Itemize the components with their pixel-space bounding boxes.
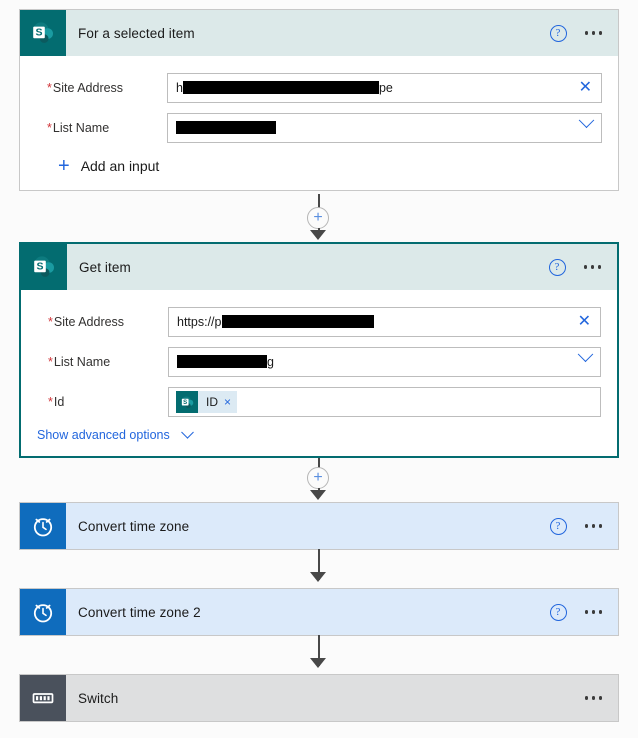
id-input[interactable]: S ID × [168, 387, 601, 417]
token-remove-icon[interactable]: × [224, 396, 231, 408]
flow-card-get-item[interactable]: S Get item ? *Site Address https://p ✕ *… [19, 242, 619, 458]
site-address-value-prefix: h [176, 80, 183, 95]
card-header[interactable]: Switch [20, 675, 618, 721]
required-marker: * [47, 121, 52, 135]
card-title: Convert time zone 2 [78, 604, 201, 620]
card-menu-button[interactable] [583, 518, 605, 534]
svg-text:S: S [35, 27, 42, 39]
card-title-wrap: Convert time zone [66, 503, 550, 549]
connector-arrow-icon [310, 658, 326, 668]
card-title-wrap: Switch [66, 675, 583, 721]
card-title: For a selected item [78, 25, 195, 41]
sharepoint-icon: S [176, 391, 198, 413]
card-body: *Site Address h pe ✕ *List Name + Add an… [20, 56, 618, 190]
close-icon[interactable]: ✕ [578, 314, 591, 330]
close-icon[interactable]: ✕ [579, 80, 592, 96]
field-label-list-name: *List Name [48, 355, 111, 369]
card-actions: ? [549, 589, 619, 635]
card-actions: ? [549, 10, 619, 56]
card-title: Switch [78, 690, 119, 706]
card-title-wrap: Convert time zone 2 [66, 589, 550, 635]
card-title-wrap: Get item [67, 244, 549, 290]
card-header[interactable]: Convert time zone 2 ? [20, 589, 618, 635]
insert-step-button[interactable]: + [307, 467, 329, 489]
show-advanced-options-button[interactable]: Show advanced options [21, 422, 617, 446]
card-menu-button[interactable] [582, 259, 604, 275]
clock-icon [20, 503, 66, 549]
insert-step-button[interactable]: + [307, 207, 329, 229]
connector-arrow-icon [310, 230, 326, 240]
required-marker: * [48, 395, 53, 409]
chevron-down-icon[interactable] [577, 348, 594, 368]
add-an-input-label: Add an input [80, 158, 160, 174]
sharepoint-icon: S [21, 244, 67, 290]
form-row-id: *Id S ID × [21, 382, 617, 422]
form-row-site-address: *Site Address h pe ✕ [20, 68, 618, 108]
redacted-value [182, 81, 379, 95]
field-label-id: *Id [48, 395, 65, 409]
list-name-dropdown[interactable] [167, 113, 602, 143]
add-an-input-button[interactable]: + Add an input [20, 148, 618, 180]
required-marker: * [48, 355, 53, 369]
flow-card-switch[interactable]: Switch [19, 674, 619, 722]
dynamic-content-token[interactable]: S ID × [176, 391, 238, 413]
flow-card-convert-time-zone[interactable]: Convert time zone ? [19, 502, 619, 550]
token-label: ID [206, 395, 218, 409]
svg-text:S: S [36, 261, 43, 273]
site-address-input[interactable]: h pe ✕ [167, 73, 602, 103]
flow-designer-canvas: S For a selected item ? *Site Address h p… [0, 0, 638, 738]
site-address-value-suffix: pe [378, 80, 393, 95]
card-header[interactable]: S Get item ? [21, 244, 617, 290]
show-advanced-options-label: Show advanced options [37, 428, 170, 442]
required-marker: * [47, 81, 52, 95]
help-icon[interactable]: ? [549, 603, 567, 621]
chevron-down-icon[interactable] [578, 114, 595, 134]
card-body: *Site Address https://p ✕ *List Name g *… [21, 290, 617, 456]
list-name-dropdown[interactable]: g [168, 347, 601, 377]
card-header[interactable]: S For a selected item ? [20, 10, 618, 56]
card-menu-button[interactable] [583, 604, 605, 620]
sharepoint-icon: S [20, 10, 66, 56]
field-label-site-address: *Site Address [47, 81, 124, 95]
field-label-list-name: *List Name [47, 121, 110, 135]
redacted-value [177, 355, 267, 369]
plus-icon: + [58, 155, 70, 177]
card-actions [583, 675, 619, 721]
card-menu-button[interactable] [583, 25, 605, 41]
site-address-value-prefix: https://p [177, 314, 222, 329]
card-menu-button[interactable] [583, 690, 605, 706]
card-actions: ? [549, 503, 619, 549]
form-row-list-name: *List Name [20, 108, 618, 148]
card-title: Get item [79, 259, 131, 275]
redacted-value [176, 121, 276, 135]
clock-icon [20, 589, 66, 635]
help-icon[interactable]: ? [549, 517, 567, 535]
required-marker: * [48, 315, 53, 329]
list-name-value-suffix: g [267, 354, 274, 369]
form-row-list-name: *List Name g [21, 342, 617, 382]
card-actions: ? [548, 244, 618, 290]
card-title-wrap: For a selected item [66, 10, 550, 56]
svg-text:S: S [183, 400, 187, 406]
card-header[interactable]: Convert time zone ? [20, 503, 618, 549]
site-address-input[interactable]: https://p ✕ [168, 307, 601, 337]
form-row-site-address: *Site Address https://p ✕ [21, 302, 617, 342]
switch-icon [20, 675, 66, 721]
help-icon[interactable]: ? [549, 24, 567, 42]
connector-arrow-icon [310, 572, 326, 582]
chevron-down-icon [180, 425, 194, 439]
redacted-value [222, 315, 375, 329]
flow-card-convert-time-zone-2[interactable]: Convert time zone 2 ? [19, 588, 619, 636]
card-title: Convert time zone [78, 518, 190, 534]
field-label-site-address: *Site Address [48, 315, 125, 329]
connector-arrow-icon [310, 490, 326, 500]
help-icon[interactable]: ? [548, 258, 566, 276]
flow-card-for-a-selected-item[interactable]: S For a selected item ? *Site Address h p… [19, 9, 619, 191]
